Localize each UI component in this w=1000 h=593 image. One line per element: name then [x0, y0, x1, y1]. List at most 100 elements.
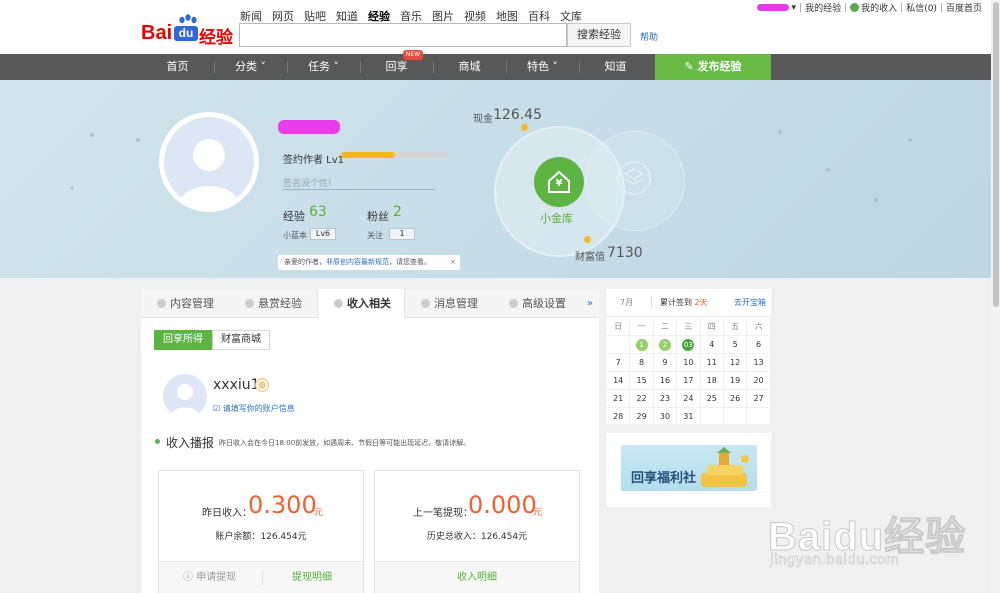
withdraw-details-link[interactable]: 提现明细 [292, 562, 332, 593]
calendar-day[interactable]: 23 [653, 390, 678, 408]
fans-value[interactable]: 2 [393, 204, 402, 220]
gear-icon [509, 299, 518, 308]
vault-button[interactable]: ¥ [534, 157, 584, 207]
calendar-day[interactable]: 29 [630, 408, 654, 426]
product-link[interactable]: 网页 [272, 8, 294, 24]
account-info-link[interactable]: ☑ 请填写你的账户信息 [213, 403, 295, 414]
tab-content-management[interactable]: 内容管理 [157, 289, 214, 318]
income-details-link[interactable]: 收入明细 [457, 562, 497, 593]
open-treasure-box-link[interactable]: 去开宝箱 [734, 297, 766, 308]
nav-tasks[interactable]: 任务 ˅ [287, 54, 360, 80]
calendar-day[interactable]: 20 [747, 372, 771, 390]
product-link[interactable]: 百科 [528, 8, 550, 24]
follow-count[interactable]: 1 [389, 228, 415, 240]
nav-zhidao[interactable]: 知道 [579, 54, 652, 80]
calendar-day[interactable]: 14 [607, 372, 631, 390]
product-link[interactable]: 文库 [560, 8, 582, 24]
calendar-day[interactable] [723, 408, 748, 426]
tab-messages[interactable]: 消息管理 [421, 289, 478, 318]
weekday-label: 四 [700, 318, 724, 336]
baidu-jingyan-logo[interactable]: Bai du 经验 [141, 14, 233, 48]
huixiang-welfare-image[interactable]: 回享福利社 [621, 445, 757, 491]
my-jingyan-link[interactable]: 我的经验 [805, 1, 841, 14]
nav-category[interactable]: 分类 ˅ [214, 54, 287, 80]
search-input[interactable] [239, 23, 567, 47]
calendar-day[interactable]: 25 [700, 390, 724, 408]
calendar-day[interactable]: 13 [747, 354, 771, 372]
calendar-day[interactable]: 2 [653, 336, 678, 354]
signature-field[interactable]: 签名没个性! [283, 176, 435, 190]
product-link[interactable]: 新闻 [240, 8, 262, 24]
logo-du-text: du [174, 26, 198, 41]
wealth-marker [584, 236, 591, 243]
apply-withdraw-button[interactable]: ⓘ 申请提现 [183, 562, 236, 593]
product-link[interactable]: 地图 [496, 8, 518, 24]
product-link[interactable]: 图片 [432, 8, 454, 24]
username: xxxiu1 [213, 377, 260, 393]
subtab-huixiang-income[interactable]: 回享所得 [154, 330, 212, 350]
tab-advanced-settings[interactable]: 高级设置 [509, 289, 566, 318]
calendar-day[interactable]: 24 [677, 390, 701, 408]
calendar-day[interactable]: 26 [723, 390, 748, 408]
product-link[interactable]: 经验 [368, 8, 390, 24]
product-link[interactable]: 音乐 [400, 8, 422, 24]
calendar-day[interactable]: 03 [677, 336, 701, 354]
calendar-day[interactable]: 18 [700, 372, 724, 390]
scrollbar-thumb[interactable] [993, 2, 999, 307]
product-link[interactable]: 视频 [464, 8, 486, 24]
vault-label[interactable]: 小金库 [540, 210, 573, 226]
calendar-day[interactable]: 30 [653, 408, 678, 426]
tab-reward-experience[interactable]: 悬赏经验 [245, 289, 302, 318]
page-scrollbar[interactable] [991, 0, 1000, 593]
calendar-day[interactable]: 1 [630, 336, 654, 354]
calendar-day[interactable]: 8 [630, 354, 654, 372]
nav-featured[interactable]: 特色 ˅ [506, 54, 579, 80]
nav-mall[interactable]: 商城 [433, 54, 506, 80]
publish-experience-button[interactable]: ✎ 发布经验 [655, 54, 771, 80]
user-avatar[interactable] [163, 374, 207, 418]
calendar-day[interactable]: 7 [607, 354, 631, 372]
subtab-wealth-mall[interactable]: 财富商城 [212, 330, 270, 350]
calendar-day[interactable]: 4 [700, 336, 724, 354]
last-withdraw-value: 0.000 [468, 491, 537, 519]
calendar-day[interactable]: 6 [747, 336, 771, 354]
calendar-day[interactable]: 21 [607, 390, 631, 408]
dropdown-caret-icon[interactable]: ▾ [791, 3, 796, 13]
calendar-day[interactable]: 5 [723, 336, 748, 354]
messages-link[interactable]: 私信(0) [906, 1, 937, 14]
search-button[interactable]: 搜索经验 [567, 23, 631, 47]
calendar-day[interactable]: 19 [723, 372, 748, 390]
calendar-day[interactable]: 11 [700, 354, 724, 372]
product-link[interactable]: 知道 [336, 8, 358, 24]
wealth-label: 财富值 [575, 252, 605, 263]
notice-link[interactable]: 非原创内容最新规范 [326, 258, 389, 266]
calendar-day[interactable]: 10 [677, 354, 701, 372]
calendar-day[interactable] [747, 408, 771, 426]
tab-income[interactable]: 收入相关 [317, 289, 405, 319]
calendar-day[interactable]: 9 [653, 354, 678, 372]
promo-banner[interactable]: 回享福利社 [607, 433, 771, 507]
help-link[interactable]: 帮助 [640, 30, 658, 43]
calendar-day[interactable] [700, 408, 724, 426]
username-redacted[interactable] [757, 4, 790, 11]
calendar-day[interactable]: 17 [677, 372, 701, 390]
cash-label: 现金 [473, 114, 493, 125]
baidu-home-link[interactable]: 百度首页 [946, 1, 982, 14]
last-withdraw-card: 上一笔提现： 0.000 元 历史总收入：126.454元 收入明细 [374, 470, 580, 593]
product-link[interactable]: 贴吧 [304, 8, 326, 24]
nav-home[interactable]: 首页 [141, 54, 214, 80]
close-icon[interactable]: × [450, 255, 456, 270]
my-income-link[interactable]: 我的收入 [861, 1, 897, 14]
calendar-day[interactable]: 15 [630, 372, 654, 390]
calendar-day[interactable]: 28 [607, 408, 631, 426]
calendar-day[interactable]: 22 [630, 390, 654, 408]
calendar-day[interactable]: 12 [723, 354, 748, 372]
yesterday-income-value: 0.300 [248, 491, 317, 519]
calendar-day[interactable]: 31 [677, 408, 701, 426]
more-tabs-icon[interactable]: » [587, 298, 593, 309]
calendar-day[interactable] [607, 336, 631, 354]
calendar-day[interactable]: 16 [653, 372, 678, 390]
income-broadcast-note: 昨日收入会在今日18:00前发放，如遇周末、节假日等可能出现延迟，敬请谅解。 [219, 439, 471, 447]
profile-avatar[interactable] [159, 112, 259, 212]
calendar-day[interactable]: 27 [747, 390, 771, 408]
